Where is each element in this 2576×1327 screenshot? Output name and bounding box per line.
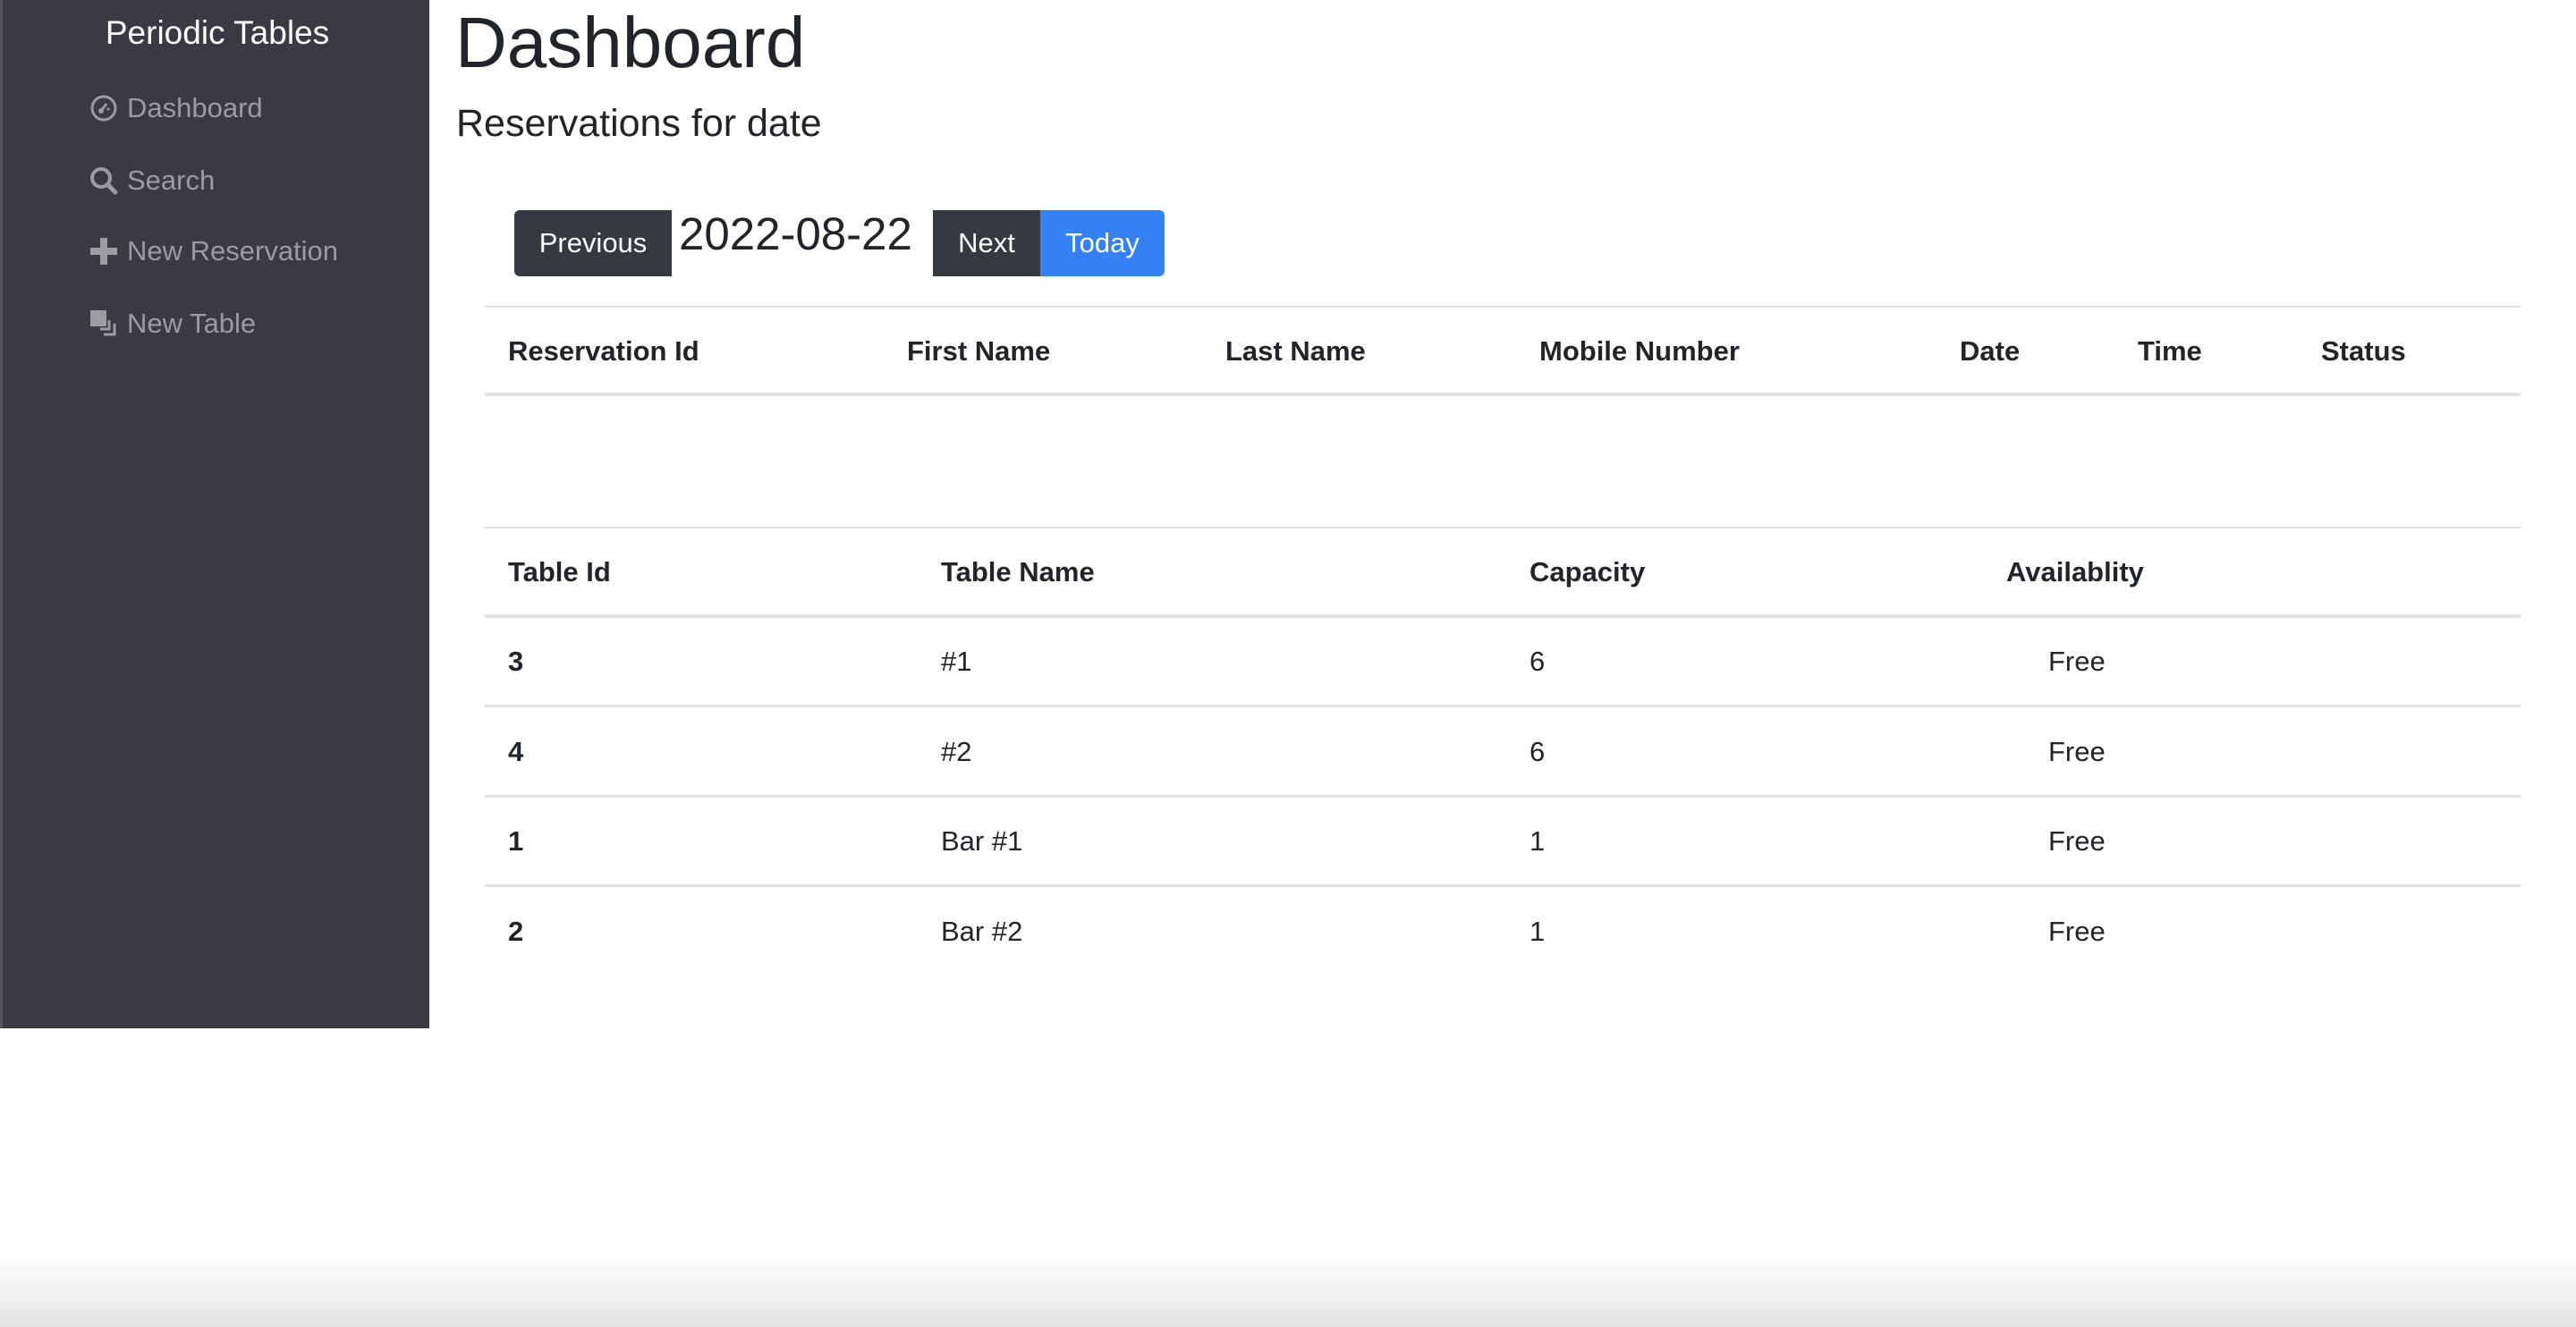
availability-cell: Free bbox=[2048, 735, 2106, 767]
sidebar-item-new-table[interactable]: New Table bbox=[89, 301, 256, 346]
header-table-id: Table Id bbox=[508, 556, 611, 587]
dashboard-gauge-icon bbox=[90, 95, 117, 122]
table-id-cell: 1 bbox=[508, 825, 524, 857]
table-name-cell: Bar #1 bbox=[941, 825, 1023, 857]
divider bbox=[485, 527, 2521, 528]
divider bbox=[485, 393, 2521, 396]
sidebar-item-label: Search bbox=[127, 165, 216, 196]
availability-cell: Free bbox=[2048, 825, 2106, 857]
sidebar-item-dashboard[interactable]: Dashboard bbox=[89, 86, 263, 131]
divider bbox=[485, 614, 2521, 618]
next-button[interactable]: Next bbox=[933, 210, 1040, 276]
table-name-cell: #2 bbox=[941, 735, 972, 767]
table-id-cell: 4 bbox=[508, 735, 524, 767]
divider bbox=[485, 705, 2521, 707]
page-subtitle: Reservations for date bbox=[456, 102, 822, 145]
table-id-cell: 2 bbox=[508, 915, 524, 947]
sidebar-item-label: New Reservation bbox=[127, 235, 339, 266]
search-icon bbox=[90, 167, 118, 195]
table-id-cell: 3 bbox=[508, 646, 524, 677]
header-reservation-id: Reservation Id bbox=[508, 335, 699, 367]
page-title: Dashboard bbox=[455, 3, 806, 82]
availability-cell: Free bbox=[2048, 915, 2106, 947]
divider bbox=[485, 884, 2521, 887]
availability-cell: Free bbox=[2048, 646, 2106, 677]
new-table-icon bbox=[90, 310, 116, 336]
previous-button[interactable]: Previous bbox=[514, 210, 672, 276]
sidebar-item-new-reservation[interactable]: New Reservation bbox=[89, 229, 338, 274]
plus-icon bbox=[90, 238, 117, 265]
brand-title[interactable]: Periodic Tables bbox=[3, 14, 432, 52]
header-capacity: Capacity bbox=[1530, 556, 1646, 587]
capacity-cell: 1 bbox=[1530, 825, 1546, 857]
header-time: Time bbox=[2138, 335, 2202, 367]
header-availability: Availablity bbox=[2006, 556, 2144, 587]
capacity-cell: 1 bbox=[1530, 915, 1546, 947]
today-button[interactable]: Today bbox=[1040, 210, 1165, 276]
header-first-name: First Name bbox=[907, 335, 1051, 367]
divider bbox=[485, 306, 2521, 308]
header-status: Status bbox=[2321, 335, 2406, 367]
sidebar-item-search[interactable]: Search bbox=[89, 158, 215, 203]
header-date: Date bbox=[1960, 335, 2021, 367]
current-date: 2022-08-22 bbox=[679, 208, 912, 259]
table-name-cell: Bar #2 bbox=[941, 915, 1023, 947]
sidebar-item-label: Dashboard bbox=[127, 92, 263, 123]
header-table-name: Table Name bbox=[941, 556, 1095, 587]
sidebar-item-label: New Table bbox=[127, 308, 257, 339]
header-mobile-number: Mobile Number bbox=[1539, 335, 1740, 367]
window-bottom-shadow bbox=[0, 1255, 2576, 1327]
capacity-cell: 6 bbox=[1530, 735, 1546, 767]
table-name-cell: #1 bbox=[941, 646, 972, 677]
header-last-name: Last Name bbox=[1225, 335, 1366, 367]
divider bbox=[485, 794, 2521, 798]
capacity-cell: 6 bbox=[1530, 646, 1546, 677]
sidebar: Periodic Tables Dashboard Search New Res… bbox=[0, 0, 429, 1028]
